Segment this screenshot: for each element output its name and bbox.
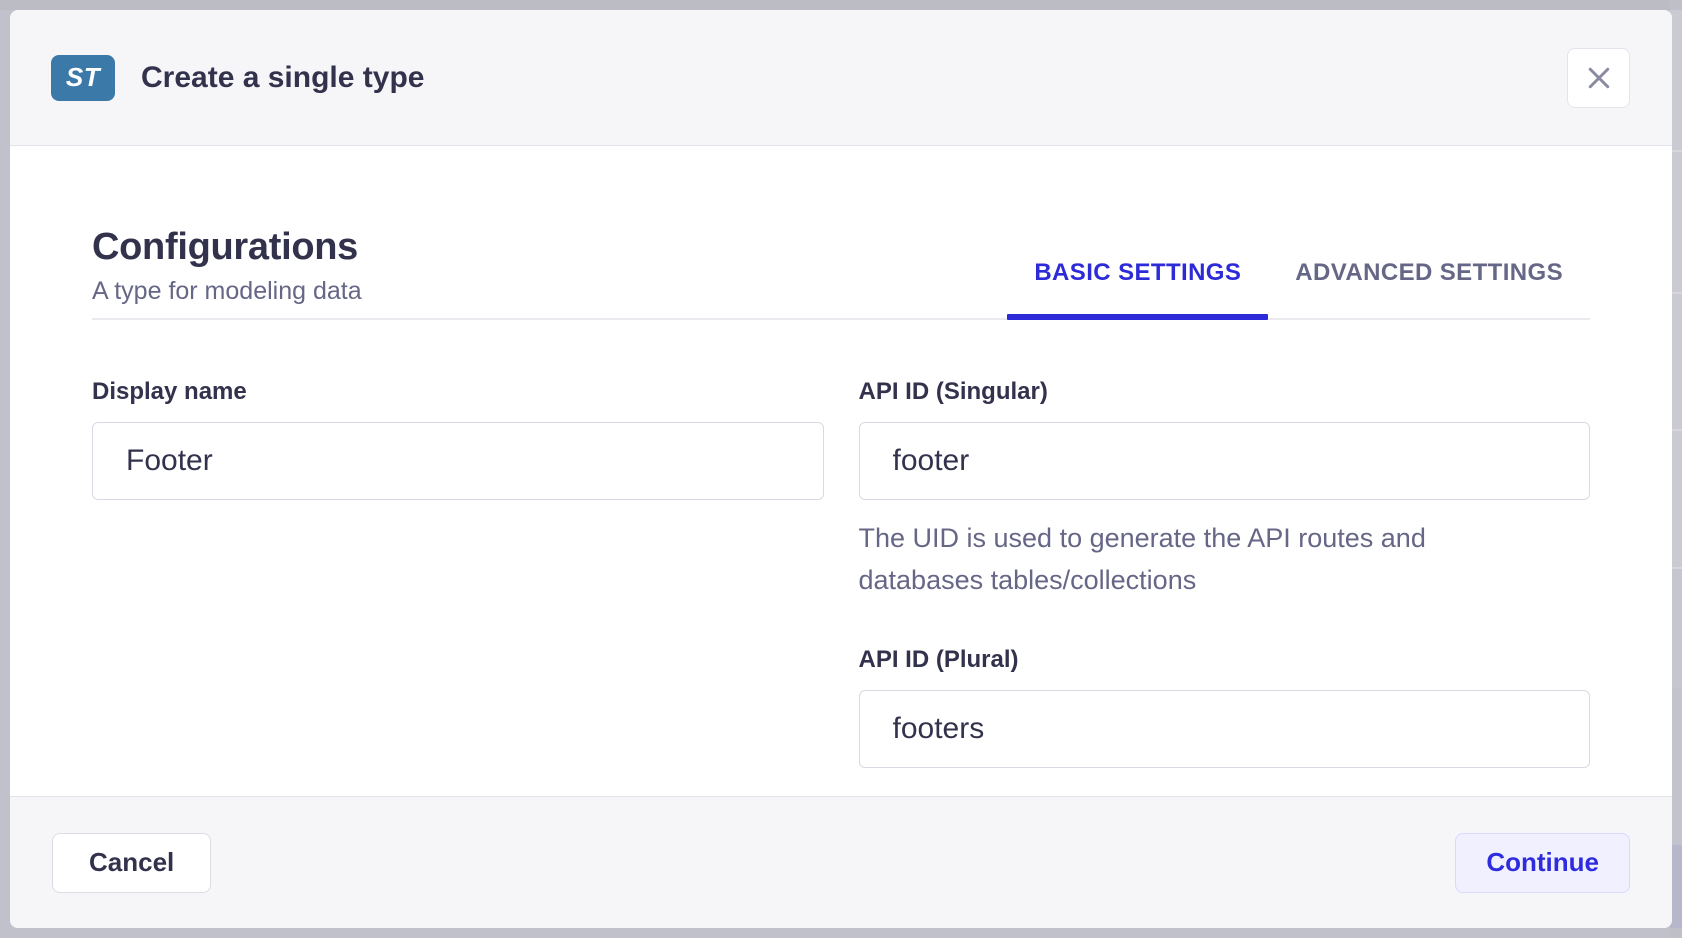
- api-id-plural-field-group: API ID (Plural): [859, 646, 1591, 768]
- modal-footer: Cancel Continue: [10, 796, 1672, 928]
- modal-body: Configurations A type for modeling data …: [10, 146, 1672, 796]
- cancel-button[interactable]: Cancel: [52, 833, 211, 893]
- api-id-singular-input[interactable]: [859, 422, 1591, 500]
- display-name-field-group: Display name: [92, 378, 824, 500]
- display-name-input[interactable]: [92, 422, 824, 500]
- api-id-singular-hint: The UID is used to generate the API rout…: [859, 518, 1489, 602]
- api-id-plural-input[interactable]: [859, 690, 1591, 768]
- form-column-left: Display name: [92, 378, 824, 768]
- section-title-block: Configurations A type for modeling data: [92, 226, 362, 318]
- api-id-singular-label: API ID (Singular): [859, 378, 1591, 406]
- configuration-form: Display name API ID (Singular) The UID i…: [92, 378, 1590, 768]
- single-type-badge-label: ST: [66, 62, 100, 93]
- create-single-type-modal: ST Create a single type Configurations A…: [10, 10, 1672, 928]
- form-column-right: API ID (Singular) The UID is used to gen…: [859, 378, 1591, 768]
- page-title: Configurations: [92, 226, 362, 269]
- modal-header: ST Create a single type: [10, 10, 1672, 146]
- section-header: Configurations A type for modeling data …: [92, 226, 1590, 320]
- screen: ST Create a single type Configurations A…: [0, 0, 1682, 938]
- modal-title: Create a single type: [141, 61, 424, 95]
- settings-tabs: BASIC SETTINGS ADVANCED SETTINGS: [1007, 259, 1590, 318]
- single-type-badge: ST: [51, 55, 115, 101]
- close-icon: [1584, 63, 1614, 93]
- tab-basic-settings[interactable]: BASIC SETTINGS: [1007, 259, 1268, 318]
- page-subtitle: A type for modeling data: [92, 277, 362, 306]
- backdrop-top-band: [0, 0, 1682, 10]
- close-button[interactable]: [1567, 48, 1630, 108]
- api-id-singular-field-group: API ID (Singular) The UID is used to gen…: [859, 378, 1591, 602]
- display-name-label: Display name: [92, 378, 824, 406]
- tab-advanced-settings[interactable]: ADVANCED SETTINGS: [1268, 259, 1590, 318]
- continue-button[interactable]: Continue: [1455, 833, 1630, 893]
- api-id-plural-label: API ID (Plural): [859, 646, 1591, 674]
